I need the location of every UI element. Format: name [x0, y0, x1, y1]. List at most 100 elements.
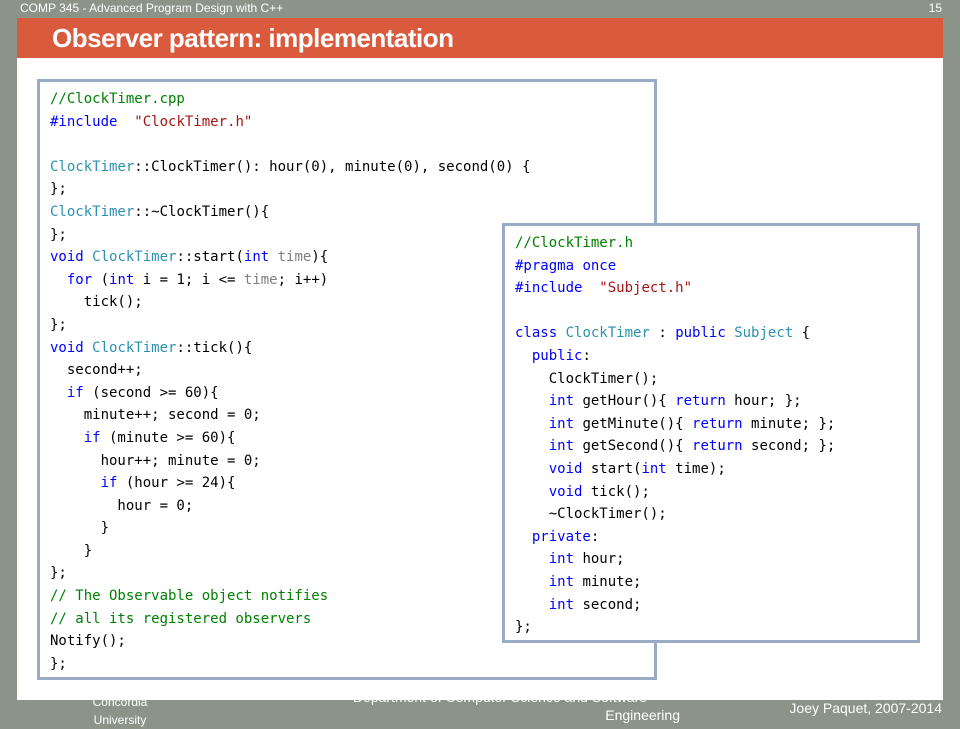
code-token: public	[675, 325, 726, 342]
code-line: ClockTimer::~ClockTimer(){	[50, 201, 644, 224]
code-token: Subject	[734, 325, 794, 342]
code-token: ){	[311, 249, 329, 266]
code-line: #pragma once	[515, 255, 907, 278]
code-token: return	[692, 415, 743, 432]
code-token: #include	[515, 280, 583, 297]
code-token: second; };	[742, 438, 836, 455]
code-line: #include "Subject.h"	[515, 277, 907, 300]
code-token: ; i++)	[277, 271, 329, 288]
code-token: start(	[582, 460, 642, 477]
code-token: //ClockTimer.cpp	[50, 91, 185, 107]
code-token: second++;	[50, 362, 143, 379]
code-token: #include	[50, 113, 118, 130]
code-token: time	[243, 271, 278, 288]
code-token: hour; };	[725, 393, 802, 410]
code-token: private	[531, 528, 591, 545]
code-token: "Subject.h"	[599, 280, 693, 297]
code-token: minute;	[574, 573, 642, 590]
code-line: };	[50, 178, 644, 201]
code-token: ClockTimer();	[515, 370, 659, 387]
code-token: int	[109, 271, 135, 288]
code-token: // The Observable object notifies	[50, 588, 329, 605]
code-token: :	[649, 325, 676, 342]
code-token: int	[548, 551, 575, 568]
footer-university-line1: Concordia	[92, 695, 148, 709]
code-token: }	[50, 520, 110, 537]
code-line: ClockTimer::ClockTimer(): hour(0), minut…	[50, 156, 644, 179]
code-line: void tick();	[515, 481, 907, 504]
code-token: ClockTimer	[50, 203, 135, 220]
code-line: public:	[515, 345, 907, 368]
code-token: int	[641, 460, 667, 477]
code-token: {	[793, 325, 811, 342]
code-token: // all its registered observers	[50, 610, 312, 627]
code-token: :	[582, 347, 591, 364]
code-token: ::~ClockTimer(){	[134, 203, 270, 220]
code-token: return	[675, 393, 726, 410]
code-token: getHour(){	[574, 393, 676, 410]
code-token: public	[531, 347, 583, 364]
code-token: if	[83, 429, 101, 446]
code-token: };	[50, 226, 67, 243]
code-line: //ClockTimer.h	[515, 232, 907, 255]
code-token: };	[50, 565, 67, 582]
code-token: for	[66, 271, 93, 288]
code-line: class ClockTimer : public Subject {	[515, 322, 907, 345]
slide-number: 15	[928, 1, 942, 15]
code-token: if	[100, 475, 118, 492]
code-token: int	[548, 438, 575, 455]
code-token: };	[50, 316, 67, 333]
code-token: (	[92, 271, 110, 288]
code-token: #pragma	[515, 257, 575, 274]
code-token: }	[50, 542, 93, 559]
code-token: int	[243, 249, 270, 266]
code-token: minute; };	[742, 415, 836, 432]
code-line: //ClockTimer.cpp	[50, 88, 644, 111]
code-line: };	[515, 616, 907, 639]
code-token: tick();	[50, 294, 143, 311]
code-token: ::ClockTimer(): hour(0), minute(0), seco…	[134, 158, 531, 175]
code-token: };	[515, 619, 532, 636]
code-line: };	[50, 653, 644, 676]
code-token: int	[548, 393, 575, 410]
code-token: ::tick(){	[176, 339, 253, 356]
code-token: if	[66, 384, 84, 401]
code-line: int minute;	[515, 571, 907, 594]
code-token: ::start(	[176, 249, 244, 266]
code-line: void start(int time);	[515, 458, 907, 481]
code-token: minute++; second = 0;	[50, 407, 261, 424]
code-token: ClockTimer	[92, 339, 177, 356]
code-token: (minute >= 60){	[100, 429, 236, 446]
code-token: time	[277, 249, 312, 266]
code-token: getMinute(){	[574, 415, 693, 432]
code-token: };	[50, 181, 67, 198]
code-token: :	[590, 528, 600, 545]
code-token: getSecond(){	[574, 438, 693, 455]
code-token: //ClockTimer.h	[515, 235, 634, 251]
code-token: once	[582, 257, 617, 274]
code-line: ClockTimer();	[515, 368, 907, 391]
slide-title: Observer pattern: implementation	[52, 23, 454, 53]
code-line: int hour;	[515, 548, 907, 571]
code-token: int	[548, 573, 575, 590]
